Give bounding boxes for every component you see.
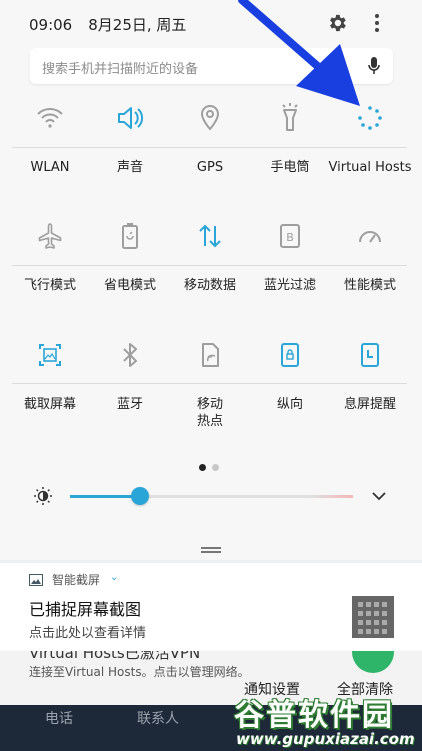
vpn-notification-body: 连接至Virtual Hosts。点击以管理网络。 bbox=[29, 665, 250, 679]
tile-label: 性能模式 bbox=[343, 278, 396, 293]
tile-label: 移动数据 bbox=[183, 278, 236, 293]
bluetooth-icon bbox=[123, 343, 137, 367]
brightness-control bbox=[0, 478, 422, 518]
performance-gauge-icon bbox=[359, 231, 381, 243]
notification-app-name: 智能截屏 bbox=[52, 573, 101, 587]
brightness-track[interactable] bbox=[140, 495, 353, 498]
screenshot-icon bbox=[39, 344, 61, 366]
screenshot-thumbnail[interactable] bbox=[352, 596, 394, 638]
watermark: 谷普软件园 www.gupuxiazai.com bbox=[234, 690, 420, 750]
annotation-arrow bbox=[238, 0, 360, 106]
tile-bluetooth[interactable]: 蓝牙 bbox=[90, 335, 170, 435]
row-divider bbox=[12, 265, 407, 266]
tile-power-saving[interactable]: 省电模式 bbox=[90, 216, 170, 306]
date: 8月25日, 周五 bbox=[88, 16, 187, 34]
page-dot bbox=[212, 464, 219, 471]
tile-screenshot[interactable]: 截取屏幕 bbox=[10, 335, 90, 435]
tile-label: 纵向 bbox=[276, 397, 303, 412]
tile-blue-light-filter[interactable]: B 蓝光过滤 bbox=[250, 216, 330, 306]
notification-body: 点击此处以查看详情 bbox=[29, 626, 147, 641]
tile-label: 蓝牙 bbox=[116, 397, 143, 412]
mobile-data-icon bbox=[199, 224, 221, 248]
always-on-display-icon bbox=[361, 343, 379, 367]
tile-always-on-display[interactable]: 息屏提醒 bbox=[330, 335, 410, 435]
tab-phone[interactable]: 电话 bbox=[45, 708, 73, 728]
notification-title: 已捕捉屏幕截图 bbox=[29, 600, 142, 619]
chevron-down-icon[interactable] bbox=[371, 491, 387, 501]
clock: 09:06 bbox=[29, 16, 73, 34]
page-dot-active bbox=[199, 464, 206, 471]
brightness-sun-icon bbox=[34, 487, 52, 505]
brightness-slider-thumb[interactable] bbox=[131, 487, 149, 505]
tile-performance-mode[interactable]: 性能模式 bbox=[330, 216, 410, 306]
sound-icon bbox=[118, 107, 144, 129]
tile-label: 声音 bbox=[116, 160, 143, 175]
watermark-url: www.gupuxiazai.com bbox=[236, 730, 415, 748]
tab-contacts[interactable]: 联系人 bbox=[137, 708, 179, 728]
tile-portrait[interactable]: 纵向 bbox=[250, 335, 330, 435]
tile-label: 飞行模式 bbox=[23, 278, 76, 293]
tile-mobile-hotspot[interactable]: 移动 热点 bbox=[170, 335, 250, 435]
tile-mobile-data[interactable]: 移动数据 bbox=[170, 216, 250, 306]
tile-airplane-mode[interactable]: 飞行模式 bbox=[10, 216, 90, 306]
hotspot-icon bbox=[202, 343, 219, 367]
tile-label: GPS bbox=[196, 160, 224, 175]
tile-label: Virtual Hosts bbox=[328, 160, 412, 175]
time-date: 09:06 8月25日, 周五 bbox=[29, 14, 186, 35]
brightness-track-filled bbox=[70, 495, 140, 498]
search-placeholder: 搜索手机并扫描附近的设备 bbox=[42, 62, 199, 77]
tile-label: 截取屏幕 bbox=[23, 397, 76, 412]
image-icon bbox=[29, 574, 43, 586]
row-divider bbox=[12, 147, 407, 148]
wifi-icon bbox=[37, 108, 63, 128]
tile-label: 移动 热点 bbox=[196, 397, 223, 429]
tile-label: 省电模式 bbox=[103, 278, 156, 293]
page-indicator bbox=[199, 456, 225, 475]
tile-label: 蓝光过滤 bbox=[263, 278, 316, 293]
tile-wlan[interactable]: WLAN bbox=[10, 98, 90, 188]
vpn-notification-title: Virtual Hosts已激活VPN bbox=[29, 651, 201, 662]
tile-label: 手电筒 bbox=[270, 160, 310, 175]
watermark-logo: 谷普软件园 bbox=[234, 698, 394, 733]
tile-label: WLAN bbox=[30, 160, 70, 175]
expand-chevron-icon[interactable]: ⌄ bbox=[110, 572, 118, 583]
drag-handle[interactable] bbox=[201, 547, 221, 553]
portrait-lock-icon bbox=[281, 343, 299, 367]
tile-label: 息屏提醒 bbox=[343, 397, 396, 412]
app-badge-icon bbox=[352, 651, 394, 673]
blue-light-filter-icon: B bbox=[280, 224, 300, 248]
battery-saver-icon bbox=[122, 223, 138, 249]
row-divider bbox=[12, 383, 407, 384]
airplane-icon bbox=[38, 223, 62, 249]
tile-sound[interactable]: 声音 bbox=[90, 98, 170, 188]
svg-text:B: B bbox=[286, 231, 294, 244]
screenshot-notification[interactable]: 智能截屏 ⌄ 已捕捉屏幕截图 点击此处以查看详情 bbox=[0, 563, 422, 651]
